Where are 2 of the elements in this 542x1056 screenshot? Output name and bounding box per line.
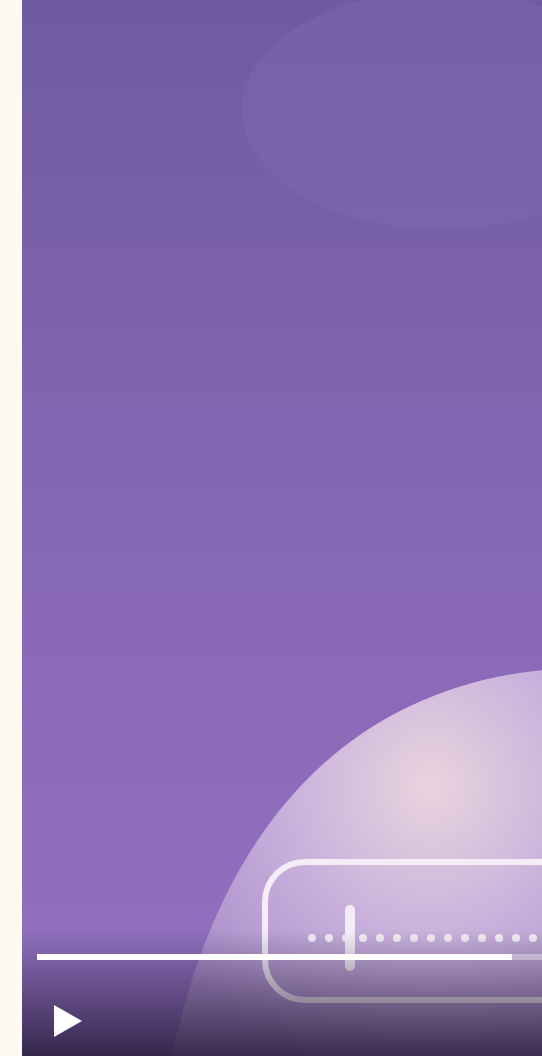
play-button[interactable]: [53, 1004, 83, 1038]
play-icon: [53, 1004, 83, 1038]
